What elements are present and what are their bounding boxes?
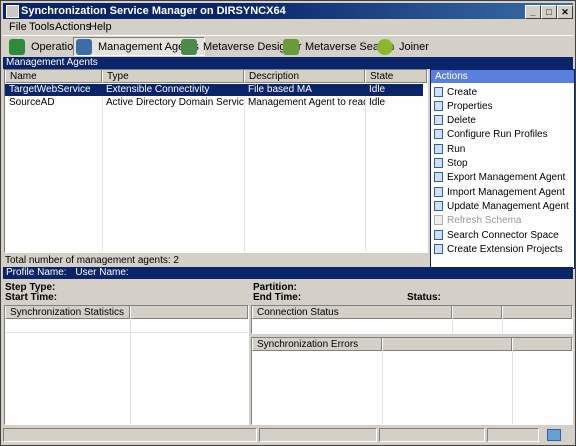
column-header-state[interactable]: State [365, 70, 427, 83]
update-icon [434, 201, 443, 211]
menu-file[interactable]: File [9, 21, 27, 33]
action-label: Export Management Agent [447, 171, 566, 183]
management-agents-icon [76, 38, 92, 55]
management-agents-table[interactable]: Name Type Description State TargetWebSer… [4, 69, 428, 253]
status-pane-3 [379, 428, 485, 442]
end-time-label: End Time: [253, 292, 302, 303]
section-title: Management Agents [6, 57, 98, 68]
action-properties[interactable]: Properties [434, 99, 493, 113]
action-refresh-schema: Refresh Schema [434, 213, 521, 227]
action-label: Import Management Agent [447, 186, 565, 198]
sync-status-icon [547, 429, 561, 441]
run-icon [434, 144, 443, 154]
actions-panel: Actions Create Properties Delete Configu… [430, 69, 575, 269]
row-type: Extensible Connectivity [106, 84, 210, 95]
total-agents-text: Total number of management agents: 2 [5, 255, 179, 266]
column-header-type[interactable]: Type [102, 70, 244, 83]
action-create-extension-projects[interactable]: Create Extension Projects [434, 242, 563, 256]
action-import-ma[interactable]: Import Management Agent [434, 185, 565, 199]
actions-title: Actions [431, 70, 574, 83]
sync-statistics-grid[interactable]: Synchronization Statistics [4, 305, 249, 425]
sync-errors-header-2 [382, 338, 512, 351]
profile-bar: Profile Name: User Name: [3, 267, 573, 279]
sync-errors-grid[interactable]: Synchronization Errors [251, 337, 573, 425]
window-title: Synchronization Service Manager on DIRSY… [21, 5, 286, 17]
title-bar[interactable]: Synchronization Service Manager on DIRSY… [3, 3, 573, 19]
metaverse-designer-icon [181, 38, 197, 55]
column-header-description[interactable]: Description [244, 70, 365, 83]
action-label: Refresh Schema [447, 214, 522, 226]
sync-errors-header: Synchronization Errors [252, 338, 382, 351]
table-row[interactable]: TargetWebService Extensible Connectivity… [5, 84, 423, 96]
maximize-button[interactable]: □ [541, 5, 557, 19]
row-name: SourceAD [9, 97, 55, 108]
action-run[interactable]: Run [434, 142, 465, 156]
connection-status-grid[interactable]: Connection Status [251, 305, 573, 334]
row-description: Management Agent to read fro... [248, 97, 365, 108]
export-icon [434, 172, 443, 182]
properties-icon [434, 101, 443, 111]
operations-icon [9, 38, 25, 55]
delete-icon [434, 115, 443, 125]
status-pane-4 [487, 428, 539, 442]
action-configure-run-profiles[interactable]: Configure Run Profiles [434, 127, 548, 141]
action-label: Search Connector Space [447, 229, 559, 241]
action-label: Create [447, 86, 478, 98]
connection-status-header: Connection Status [252, 306, 452, 319]
status-pane-2 [259, 428, 377, 442]
start-time-label: Start Time: [5, 292, 58, 303]
refresh-icon [434, 215, 443, 225]
toolbar: Operations Management Agents Metaverse D… [3, 35, 573, 59]
metaverse-search-icon [283, 38, 299, 55]
row-type: Active Directory Domain Services [106, 97, 244, 108]
column-header-name[interactable]: Name [5, 70, 102, 83]
menu-bar: File Tools Actions Help [3, 20, 573, 35]
extension-icon [434, 244, 443, 254]
search-icon [434, 230, 443, 240]
menu-actions[interactable]: Actions [55, 21, 91, 33]
minimize-button[interactable]: _ [525, 5, 541, 19]
row-description: File based MA [248, 84, 312, 95]
joiner-label: Joiner [399, 40, 429, 53]
table-row[interactable]: SourceAD Active Directory Domain Service… [5, 97, 423, 109]
menu-tools[interactable]: Tools [29, 21, 55, 33]
row-state: Idle [369, 84, 386, 95]
action-search-connector-space[interactable]: Search Connector Space [434, 228, 559, 242]
action-label: Delete [447, 114, 476, 126]
joiner-icon [377, 38, 393, 55]
close-button[interactable]: ✕ [557, 5, 573, 19]
create-icon [434, 87, 443, 97]
status-label: Status: [407, 292, 441, 303]
connection-status-header-2 [452, 306, 502, 319]
action-export-ma[interactable]: Export Management Agent [434, 170, 565, 184]
sync-statistics-header-2 [130, 306, 248, 319]
action-label: Run [447, 143, 466, 155]
action-label: Stop [447, 157, 468, 169]
sync-statistics-header: Synchronization Statistics [5, 306, 130, 319]
action-label: Configure Run Profiles [447, 128, 548, 140]
row-name: TargetWebService [9, 84, 91, 95]
profile-name-label: Profile Name: [6, 267, 67, 278]
action-update-ma[interactable]: Update Management Agent [434, 199, 569, 213]
action-label: Properties [447, 100, 493, 112]
app-window: Synchronization Service Manager on DIRSY… [0, 0, 576, 446]
action-delete[interactable]: Delete [434, 113, 476, 127]
action-stop[interactable]: Stop [434, 156, 468, 170]
app-icon [6, 5, 19, 18]
status-pane-1 [3, 428, 257, 442]
row-state: Idle [369, 97, 386, 108]
joiner-button[interactable]: Joiner [375, 37, 434, 56]
import-icon [434, 187, 443, 197]
action-label: Update Management Agent [447, 200, 569, 212]
user-name-label: User Name: [75, 267, 129, 278]
configure-icon [434, 129, 443, 139]
status-bar [3, 428, 573, 443]
management-agents-section-bar: Management Agents [3, 57, 573, 69]
action-label: Create Extension Projects [447, 243, 563, 255]
action-create[interactable]: Create [434, 85, 477, 99]
menu-help[interactable]: Help [89, 21, 112, 33]
sync-errors-header-3 [512, 338, 572, 351]
connection-status-header-3 [502, 306, 572, 319]
stop-icon [434, 158, 443, 168]
